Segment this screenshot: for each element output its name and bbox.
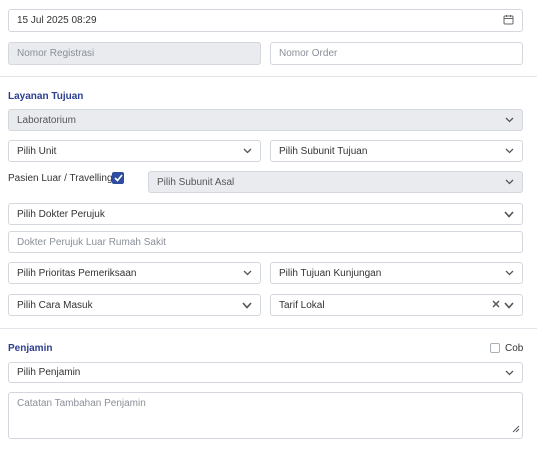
chevron-down-icon: [504, 300, 514, 310]
pasien-luar-label: Pasien Luar / Travelling: [8, 173, 113, 184]
datetime-value: 15 Jul 2025 08:29: [17, 15, 97, 26]
order-field[interactable]: Nomor Order: [270, 42, 523, 65]
service-value: Laboratorium: [17, 114, 76, 126]
dokter-perujuk-value: Pilih Dokter Perujuk: [17, 208, 105, 220]
dokter-perujuk-select[interactable]: Pilih Dokter Perujuk: [8, 203, 523, 225]
datetime-field[interactable]: 15 Jul 2025 08:29: [8, 9, 523, 32]
dokter-luar-placeholder: Dokter Perujuk Luar Rumah Sakit: [17, 236, 166, 248]
registration-field[interactable]: Nomor Registrasi: [8, 42, 261, 65]
section-title-penjamin: Penjamin: [8, 343, 53, 354]
pasien-luar-checkbox[interactable]: [112, 172, 124, 184]
clear-icon[interactable]: [492, 300, 500, 311]
cara-masuk-value: Pilih Cara Masuk: [17, 299, 93, 311]
service-select[interactable]: Laboratorium: [8, 109, 523, 131]
dokter-luar-input[interactable]: Dokter Perujuk Luar Rumah Sakit: [8, 231, 523, 253]
tujuan-kunjungan-value: Pilih Tujuan Kunjungan: [279, 267, 382, 279]
cara-masuk-select[interactable]: Pilih Cara Masuk: [8, 294, 261, 316]
tarif-value: Tarif Lokal: [279, 299, 325, 311]
subunit-asal-select[interactable]: Pilih Subunit Asal: [148, 171, 523, 193]
cob-checkbox[interactable]: [490, 343, 500, 353]
section-title-layanan: Layanan Tujuan: [8, 91, 84, 102]
unit-select[interactable]: Pilih Unit: [8, 140, 261, 162]
subunit-tujuan-value: Pilih Subunit Tujuan: [279, 145, 368, 157]
order-placeholder: Nomor Order: [279, 48, 338, 59]
prioritas-select[interactable]: Pilih Prioritas Pemeriksaan: [8, 262, 261, 284]
catatan-placeholder: Catatan Tambahan Penjamin: [17, 398, 146, 409]
chevron-down-icon: [504, 115, 514, 125]
penjamin-value: Pilih Penjamin: [17, 367, 81, 378]
check-icon: [113, 174, 123, 182]
catatan-penjamin-textarea[interactable]: Catatan Tambahan Penjamin: [8, 392, 523, 439]
chevron-down-icon: [504, 209, 514, 219]
chevron-down-icon: [504, 268, 514, 278]
tujuan-kunjungan-select[interactable]: Pilih Tujuan Kunjungan: [270, 262, 523, 284]
chevron-down-icon: [242, 146, 252, 156]
tarif-select[interactable]: Tarif Lokal: [270, 294, 523, 316]
chevron-down-icon: [242, 300, 252, 310]
prioritas-value: Pilih Prioritas Pemeriksaan: [17, 267, 137, 279]
resize-handle-icon[interactable]: [511, 424, 520, 436]
unit-value: Pilih Unit: [17, 145, 57, 157]
chevron-down-icon: [504, 177, 514, 187]
chevron-down-icon: [504, 368, 514, 378]
penjamin-select[interactable]: Pilih Penjamin: [8, 362, 523, 383]
calendar-icon[interactable]: [503, 14, 514, 28]
divider: [0, 328, 537, 329]
registration-placeholder: Nomor Registrasi: [17, 48, 95, 59]
cob-label: Cob: [505, 343, 524, 354]
subunit-asal-value: Pilih Subunit Asal: [157, 176, 235, 188]
chevron-down-icon: [242, 268, 252, 278]
subunit-tujuan-select[interactable]: Pilih Subunit Tujuan: [270, 140, 523, 162]
chevron-down-icon: [504, 146, 514, 156]
divider: [0, 76, 537, 77]
